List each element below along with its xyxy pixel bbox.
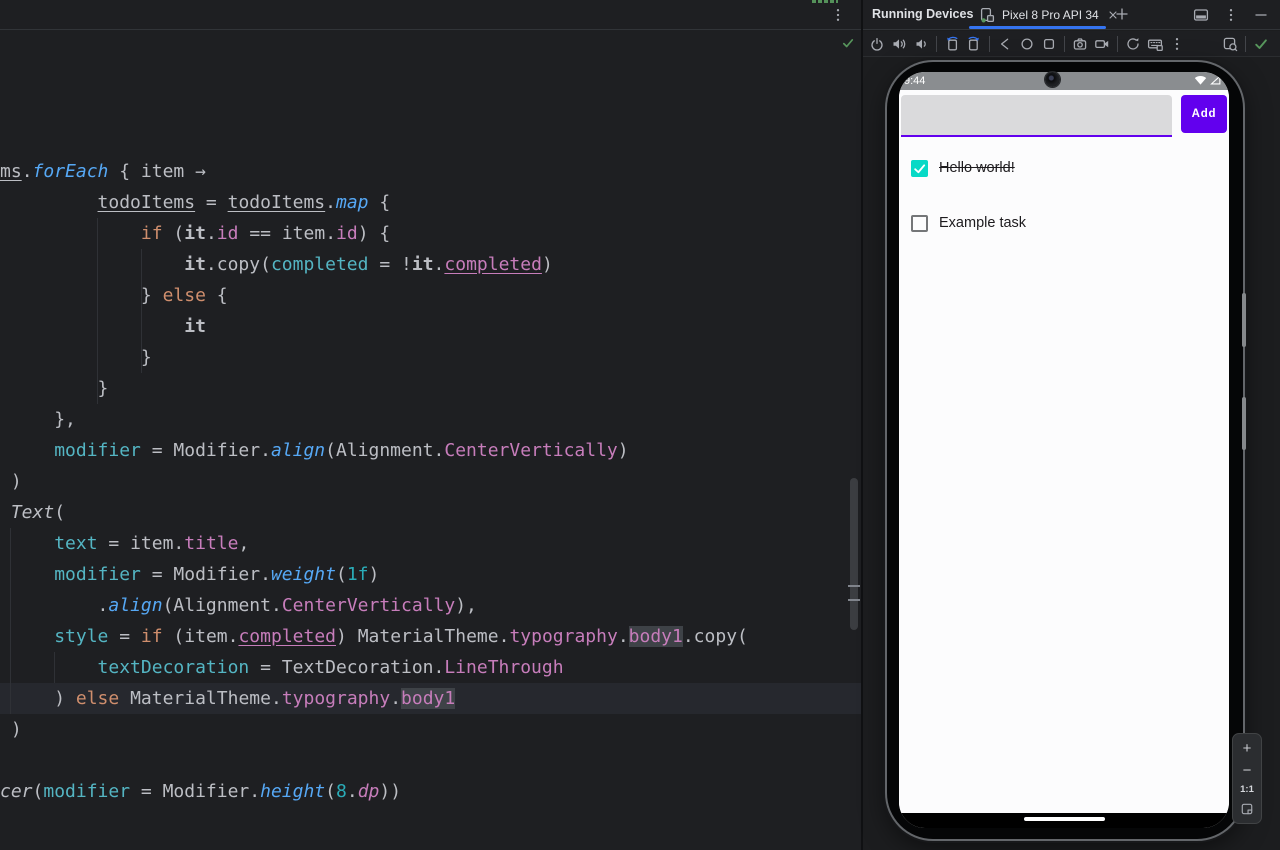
toolbar-separator bbox=[1245, 36, 1246, 52]
device-frame: 9:44 Add Hello world! Example task bbox=[887, 62, 1246, 839]
toolbar-separator bbox=[989, 35, 990, 52]
zoom-reset-button[interactable]: 1:1 bbox=[1240, 784, 1254, 795]
more-icon[interactable] bbox=[1166, 33, 1188, 55]
code-line[interactable]: } else { bbox=[0, 280, 861, 311]
editor-scrollbar[interactable] bbox=[850, 478, 858, 630]
code-line[interactable]: it bbox=[0, 311, 861, 342]
scrollbar-mark bbox=[848, 599, 860, 601]
zoom-out-button[interactable]: − bbox=[1236, 762, 1258, 780]
code-area[interactable]: ms.forEach { item → todoItems = todoItem… bbox=[0, 156, 861, 807]
active-tab-indicator bbox=[969, 26, 1106, 29]
camera-icon[interactable] bbox=[1069, 33, 1091, 55]
code-line[interactable]: if (it.id == item.id) { bbox=[0, 218, 861, 249]
code-line[interactable]: ) bbox=[0, 714, 861, 745]
scrollbar-mark bbox=[848, 585, 860, 587]
todo-row: Example task bbox=[899, 214, 1229, 232]
indent-guide bbox=[54, 652, 55, 683]
code-line[interactable]: style = if (item.completed) MaterialThem… bbox=[0, 621, 861, 652]
device-ok-check-icon[interactable] bbox=[1250, 33, 1272, 55]
code-line[interactable]: ms.forEach { item → bbox=[0, 156, 861, 187]
inspections-ok-icon[interactable] bbox=[841, 36, 857, 52]
code-line[interactable] bbox=[0, 745, 861, 776]
zoom-in-button[interactable]: + bbox=[1236, 739, 1258, 757]
camera-punch-hole bbox=[1045, 72, 1060, 87]
indent-guide bbox=[97, 218, 98, 404]
toolbar-separator bbox=[936, 35, 937, 52]
code-line[interactable]: cer(modifier = Modifier.height(8.dp)) bbox=[0, 776, 861, 807]
editor-options-icon[interactable] bbox=[827, 4, 849, 26]
device-screen[interactable]: 9:44 Add Hello world! Example task bbox=[899, 72, 1229, 828]
toolbar-separator bbox=[1064, 35, 1065, 52]
code-line[interactable]: }, bbox=[0, 404, 861, 435]
code-line[interactable]: textDecoration = TextDecoration.LineThro… bbox=[0, 652, 861, 683]
tab-pixel-8-pro[interactable]: Pixel 8 Pro API 34 bbox=[969, 0, 1130, 29]
rotate-right-icon[interactable] bbox=[963, 33, 985, 55]
code-line-current[interactable]: ) else MaterialTheme.typography.body1 bbox=[0, 683, 861, 714]
code-line[interactable]: text = item.title, bbox=[0, 528, 861, 559]
code-line[interactable]: } bbox=[0, 373, 861, 404]
panel-title: Running Devices bbox=[872, 7, 974, 21]
code-line[interactable]: todoItems = todoItems.map { bbox=[0, 187, 861, 218]
running-devices-header: Running Devices Pixel 8 Pro API 34 bbox=[863, 0, 1280, 30]
device-toolbar bbox=[863, 31, 1280, 57]
todo-label: Example task bbox=[939, 215, 1027, 231]
panel-options-icon[interactable] bbox=[1220, 4, 1242, 26]
record-icon[interactable] bbox=[1091, 33, 1113, 55]
rotate-left-icon[interactable] bbox=[941, 33, 963, 55]
indent-guide bbox=[141, 249, 142, 373]
todo-list: Hello world! Example task bbox=[899, 159, 1229, 232]
top-green-marks bbox=[812, 0, 838, 3]
new-tab-icon[interactable] bbox=[1111, 3, 1133, 25]
layout-dock-icon[interactable] bbox=[1190, 4, 1212, 26]
code-line[interactable]: ) bbox=[0, 466, 861, 497]
virtual-device-icon bbox=[979, 7, 995, 23]
hardware-input-icon[interactable] bbox=[1144, 33, 1166, 55]
todo-input[interactable] bbox=[901, 95, 1172, 137]
gesture-nav-bar bbox=[899, 813, 1229, 828]
fit-to-window-button[interactable] bbox=[1236, 800, 1258, 818]
snapshot-reset-icon[interactable] bbox=[1122, 33, 1144, 55]
signal-icon bbox=[1210, 74, 1221, 88]
code-editor-pane: ms.forEach { item → todoItems = todoItem… bbox=[0, 0, 861, 850]
nav-handle[interactable] bbox=[1024, 817, 1105, 821]
home-icon[interactable] bbox=[1016, 33, 1038, 55]
code-line[interactable]: modifier = Modifier.align(Alignment.Cent… bbox=[0, 435, 861, 466]
toolbar-separator bbox=[1117, 35, 1118, 52]
todo-row: Hello world! bbox=[899, 159, 1229, 177]
volume-button bbox=[1242, 293, 1246, 347]
zoom-controls: + − 1:1 bbox=[1232, 733, 1262, 824]
wifi-icon bbox=[1194, 75, 1207, 88]
add-button[interactable]: Add bbox=[1181, 95, 1227, 133]
back-icon[interactable] bbox=[994, 33, 1016, 55]
status-bar: 9:44 bbox=[899, 72, 1229, 90]
overview-icon[interactable] bbox=[1038, 33, 1060, 55]
checkbox-checked[interactable] bbox=[911, 159, 928, 177]
code-line[interactable]: it.copy(completed = !it.completed) bbox=[0, 249, 861, 280]
hide-panel-icon[interactable] bbox=[1250, 4, 1272, 26]
screenshot-icon[interactable] bbox=[1219, 33, 1241, 55]
code-line[interactable]: } bbox=[0, 342, 861, 373]
volume-down-icon[interactable] bbox=[910, 33, 932, 55]
todo-label: Hello world! bbox=[939, 160, 1015, 176]
indent-guide bbox=[10, 528, 11, 714]
code-line[interactable]: modifier = Modifier.weight(1f) bbox=[0, 559, 861, 590]
checkbox-unchecked[interactable] bbox=[911, 214, 928, 232]
code-line[interactable]: .align(Alignment.CenterVertically), bbox=[0, 590, 861, 621]
editor-toolbar bbox=[0, 0, 861, 30]
code-line[interactable]: Text( bbox=[0, 497, 861, 528]
power-icon[interactable] bbox=[866, 33, 888, 55]
volume-up-icon[interactable] bbox=[888, 33, 910, 55]
tab-label: Pixel 8 Pro API 34 bbox=[1002, 7, 1099, 22]
todo-app: Add Hello world! Example task bbox=[899, 90, 1229, 813]
power-button bbox=[1242, 397, 1246, 450]
